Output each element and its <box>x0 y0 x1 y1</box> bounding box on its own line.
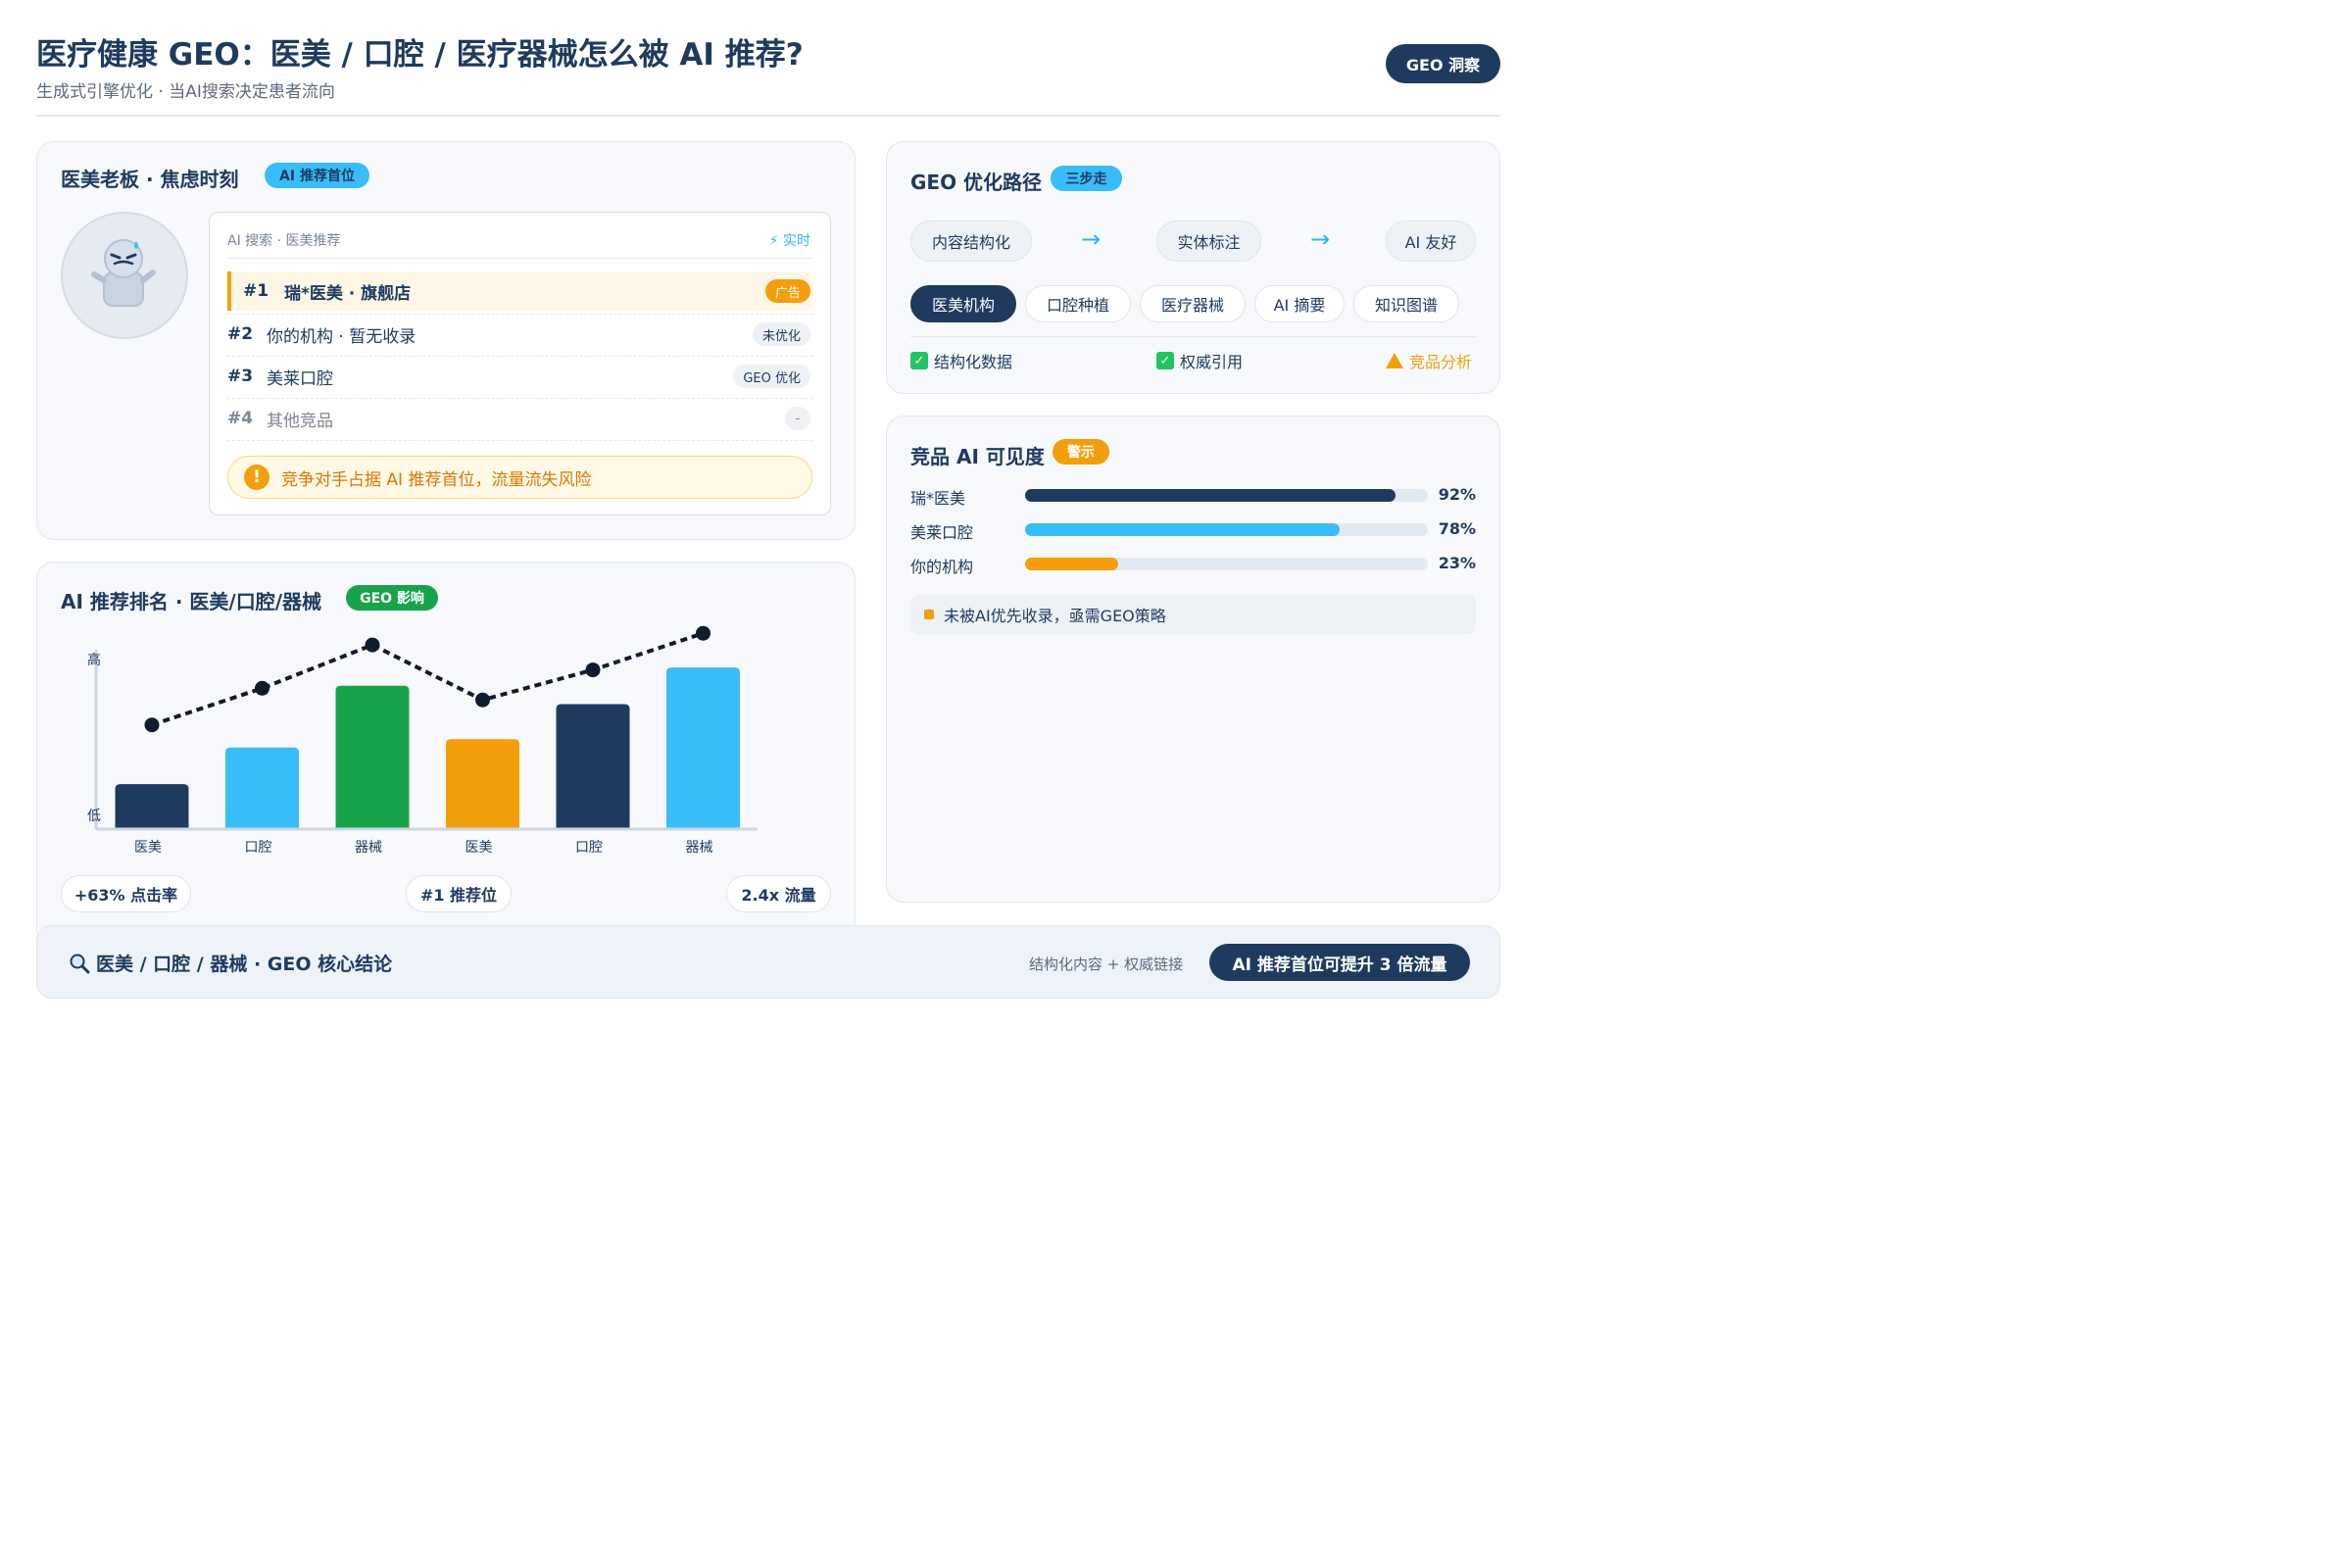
avatar <box>61 212 188 339</box>
path-card-title: GEO 优化路径 <box>910 171 1043 194</box>
chip-medical-aesthetics[interactable]: 医美机构 <box>910 285 1016 322</box>
note-bullet-icon <box>924 610 934 619</box>
x-tick-label: 医美 <box>466 840 493 856</box>
check-label: 结构化数据 <box>934 353 1013 371</box>
vis-value-self: 23% <box>1438 554 1476 572</box>
page-title: 医疗健康 GEO：医美 / 口腔 / 医疗器械怎么被 AI 推荐? <box>36 37 804 73</box>
traffic-boost-button[interactable]: AI 推荐首位可提升 3 倍流量 <box>1209 944 1470 981</box>
vis-bar-self <box>1025 558 1428 570</box>
result-name: 你的机构 · 暂无收录 <box>267 326 416 347</box>
chip-dental-implant[interactable]: 口腔种植 <box>1025 285 1131 322</box>
warning-pill: 警示 <box>1053 439 1109 465</box>
check-competitor-analysis: 竞品分析 <box>1386 349 1472 372</box>
x-tick-label: 口腔 <box>245 840 272 856</box>
header-divider <box>36 115 1500 117</box>
alert-icon: ! <box>244 465 270 490</box>
chart-bar <box>666 667 740 829</box>
search-result-row[interactable]: #1 瑞*医美 · 旗舰店 广告 <box>227 271 812 311</box>
result-name: 其他竞品 <box>267 411 333 431</box>
check-structured-data: ✓ 结构化数据 <box>910 349 1012 372</box>
check-icon: ✓ <box>910 352 928 369</box>
chart-bar <box>556 704 630 829</box>
y-label-low: 低 <box>87 808 101 824</box>
ctr-stat: +63% 点击率 <box>61 875 191 912</box>
x-tick-label: 器械 <box>686 840 713 856</box>
footer-title: 医美 / 口腔 / 器械 · GEO 核心结论 <box>96 954 393 975</box>
chart-bar <box>115 784 189 829</box>
result-rank: #2 <box>227 324 254 344</box>
geo-insight-badge[interactable]: GEO 洞察 <box>1386 44 1500 83</box>
vis-bar-competitor-a <box>1025 489 1428 502</box>
search-panel-divider <box>227 258 812 259</box>
ai-top-pill: AI 推荐首位 <box>265 163 369 188</box>
arrow-right-icon: → <box>1310 225 1331 253</box>
step-ai-friendly[interactable]: AI 友好 <box>1386 220 1476 262</box>
vis-value-competitor-b: 78% <box>1438 519 1476 538</box>
vis-label-competitor-b: 美莱口腔 <box>910 523 974 542</box>
conclusion-footer: 医美 / 口腔 / 器械 · GEO 核心结论 结构化内容 + 权威链接 AI … <box>36 925 1500 999</box>
result-rank: #1 <box>243 281 270 301</box>
footer-hint: 结构化内容 + 权威链接 <box>1029 956 1184 973</box>
trend-point <box>585 662 601 678</box>
visibility-note: 未被AI优先收录，亟需GEO策略 <box>910 595 1476 634</box>
vis-label-self: 你的机构 <box>910 558 974 576</box>
chip-ai-summary[interactable]: AI 摘要 <box>1254 285 1345 322</box>
search-result-row[interactable]: #3 美莱口腔 GEO 优化 <box>227 357 812 396</box>
warning-icon <box>1386 353 1403 368</box>
three-steps-pill: 三步走 <box>1051 166 1122 191</box>
check-icon: ✓ <box>1156 352 1174 369</box>
worried-robot-icon <box>91 239 156 307</box>
trend-point <box>475 692 490 708</box>
search-icon <box>70 954 90 973</box>
trend-point <box>696 625 710 641</box>
chart-bar <box>446 739 519 829</box>
ad-tag: 广告 <box>764 279 810 303</box>
unoptimized-tag: 未优化 <box>752 322 810 346</box>
y-label-high: 高 <box>87 652 101 668</box>
geo-optimized-tag: GEO 优化 <box>733 365 810 388</box>
rank-stat: #1 推荐位 <box>406 875 512 912</box>
ranking-chart: 高低医美 口腔 器械 医美 口腔 器械 <box>87 625 758 856</box>
page-subtitle: 生成式引擎优化 · 当AI搜索决定患者流向 <box>36 82 335 102</box>
x-tick-label: 口腔 <box>575 840 603 856</box>
result-name: 美莱口腔 <box>267 368 333 389</box>
none-tag: - <box>785 407 810 430</box>
trend-point <box>365 637 380 653</box>
result-rank: #3 <box>227 367 254 386</box>
vis-bar-competitor-b <box>1025 523 1428 536</box>
search-result-row[interactable]: #4 其他竞品 - <box>227 399 812 438</box>
check-authority-citation: ✓ 权威引用 <box>1156 349 1243 372</box>
result-name: 瑞*医美 · 旗舰店 <box>284 283 412 304</box>
risk-warning-text: 竞争对手占据 AI 推荐首位，流量流失风险 <box>281 469 592 490</box>
check-label: 权威引用 <box>1180 353 1244 371</box>
footer-title-wrap: 医美 / 口腔 / 器械 · GEO 核心结论 <box>69 950 392 976</box>
trend-point <box>144 717 160 733</box>
row-divider <box>227 440 812 441</box>
chart-bar <box>335 685 410 829</box>
arrow-right-icon: → <box>1081 225 1102 253</box>
vis-label-competitor-a: 瑞*医美 <box>910 489 966 508</box>
path-divider <box>910 336 1476 337</box>
trend-point <box>255 680 270 696</box>
search-panel-header: AI 搜索 · 医美推荐 <box>227 233 341 249</box>
search-result-row[interactable]: #2 你的机构 · 暂无收录 未优化 <box>227 315 812 354</box>
step-structure[interactable]: 内容结构化 <box>910 220 1032 262</box>
visibility-note-text: 未被AI优先收录，亟需GEO策略 <box>944 607 1166 625</box>
chip-knowledge-graph[interactable]: 知识图谱 <box>1353 285 1459 322</box>
anxiety-card-title: 医美老板 · 焦虑时刻 <box>61 168 239 191</box>
x-tick-label: 器械 <box>355 840 382 856</box>
vis-value-competitor-a: 92% <box>1438 485 1476 504</box>
result-rank: #4 <box>227 409 254 428</box>
visibility-card-title: 竞品 AI 可见度 <box>910 445 1045 468</box>
x-tick-label: 医美 <box>134 840 162 856</box>
chip-medical-device[interactable]: 医疗器械 <box>1140 285 1246 322</box>
ai-search-panel: AI 搜索 · 医美推荐 ⚡ 实时 #1 瑞*医美 · 旗舰店 广告 #2 你的… <box>209 212 831 515</box>
traffic-stat: 2.4x 流量 <box>726 875 831 912</box>
risk-warning: ! 竞争对手占据 AI 推荐首位，流量流失风险 <box>227 456 812 499</box>
chart-bar <box>225 747 299 829</box>
realtime-indicator: ⚡ 实时 <box>768 233 810 249</box>
check-label: 竞品分析 <box>1409 353 1473 371</box>
step-entity[interactable]: 实体标注 <box>1156 220 1261 262</box>
